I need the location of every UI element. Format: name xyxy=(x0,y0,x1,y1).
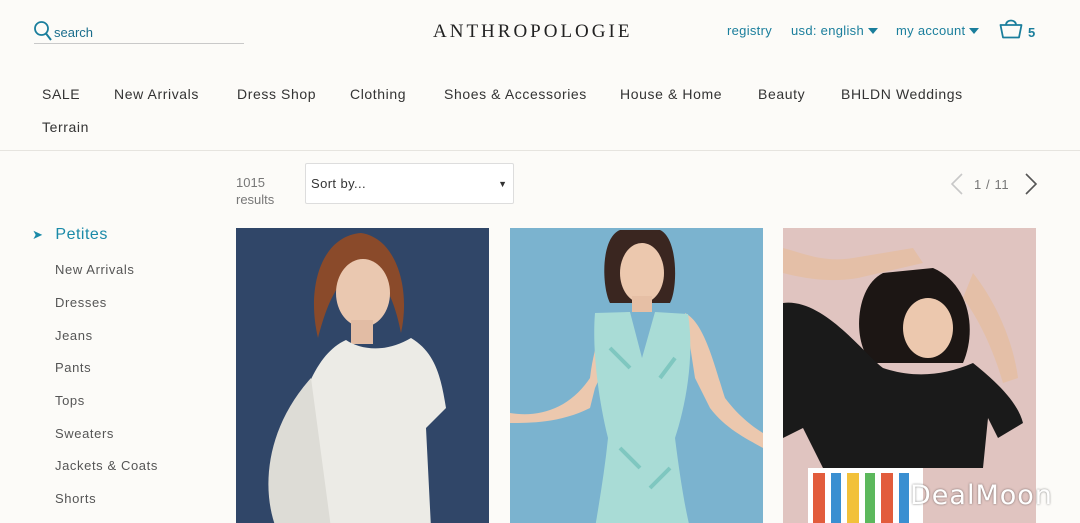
next-page-icon[interactable] xyxy=(1023,172,1039,196)
site-logo[interactable]: ANTHROPOLOGIE xyxy=(433,21,632,43)
sidebar-item-sweaters[interactable]: Sweaters xyxy=(55,426,114,441)
nav-dress-shop[interactable]: Dress Shop xyxy=(237,86,316,102)
main-nav: SALE New Arrivals Dress Shop Clothing Sh… xyxy=(0,62,1080,151)
top-bar: ANTHROPOLOGIE registry usd: english my a… xyxy=(0,0,1080,62)
nav-terrain[interactable]: Terrain xyxy=(42,119,89,135)
results-label: results xyxy=(236,192,275,207)
sidebar-active-label: Petites xyxy=(55,226,108,243)
sidebar-item-tops[interactable]: Tops xyxy=(55,393,85,408)
page-indicator: 1 / 11 xyxy=(974,177,1010,192)
product-image[interactable] xyxy=(783,228,1036,523)
sidebar-item-new-arrivals[interactable]: New Arrivals xyxy=(55,262,134,277)
sidebar-item-petites[interactable]: ➤ Petites xyxy=(32,226,108,244)
product-image[interactable] xyxy=(510,228,763,523)
chevron-down-icon xyxy=(969,28,980,34)
currency-label: usd: english xyxy=(791,23,864,38)
sidebar-item-jackets-coats[interactable]: Jackets & Coats xyxy=(55,458,158,473)
dealmoon-watermark: DealMoon xyxy=(910,480,1053,511)
product-card[interactable] xyxy=(510,228,763,523)
cart-button[interactable]: 5 xyxy=(999,17,1039,43)
results-number: 1015 xyxy=(236,175,265,190)
cart-count: 5 xyxy=(1028,25,1036,40)
nav-sale[interactable]: SALE xyxy=(42,86,80,102)
chevron-right-icon: ➤ xyxy=(32,227,44,242)
nav-beauty[interactable]: Beauty xyxy=(758,86,805,102)
sidebar-item-shorts[interactable]: Shorts xyxy=(55,491,96,506)
search-input[interactable] xyxy=(54,23,239,41)
account-menu[interactable]: my account xyxy=(896,23,980,38)
search-box[interactable] xyxy=(34,20,244,44)
chevron-down-icon xyxy=(867,28,878,34)
product-image[interactable] xyxy=(236,228,489,523)
sort-label: Sort by... xyxy=(311,176,367,191)
currency-selector[interactable]: usd: english xyxy=(791,23,878,38)
account-label: my account xyxy=(896,23,966,38)
sidebar-item-dresses[interactable]: Dresses xyxy=(55,295,107,310)
product-card[interactable] xyxy=(236,228,489,523)
search-icon[interactable] xyxy=(34,20,52,42)
nav-new-arrivals[interactable]: New Arrivals xyxy=(114,86,199,102)
product-card[interactable] xyxy=(783,228,1036,523)
sidebar-item-pants[interactable]: Pants xyxy=(55,360,91,375)
nav-clothing[interactable]: Clothing xyxy=(350,86,406,102)
nav-shoes-accessories[interactable]: Shoes & Accessories xyxy=(444,86,587,102)
sort-dropdown[interactable]: Sort by... ▼ xyxy=(305,163,514,204)
shopping-basket-icon xyxy=(999,19,1023,39)
results-count: 1015 results xyxy=(236,174,274,208)
registry-link[interactable]: registry xyxy=(727,23,772,38)
dropdown-arrow-icon: ▼ xyxy=(498,179,507,189)
sidebar-item-jeans[interactable]: Jeans xyxy=(55,328,93,343)
nav-house-home[interactable]: House & Home xyxy=(620,86,722,102)
nav-bhldn-weddings[interactable]: BHLDN Weddings xyxy=(841,86,963,102)
prev-page-icon[interactable] xyxy=(949,172,965,196)
